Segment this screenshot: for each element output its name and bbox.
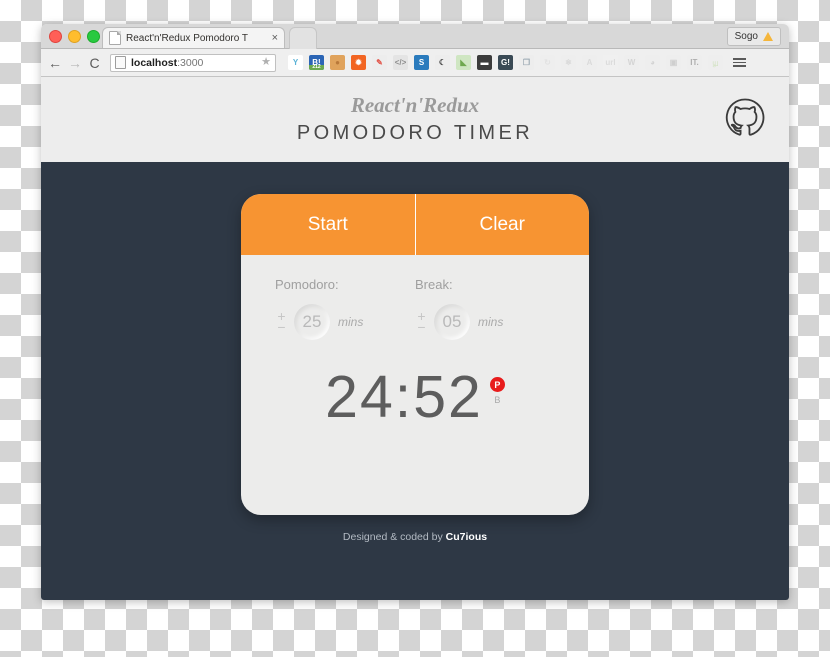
page-icon — [115, 56, 126, 69]
url-shortener-icon[interactable]: url — [603, 55, 618, 70]
forward-icon[interactable]: → — [68, 56, 82, 70]
hatena-bookmark-icon-badge: 212 — [309, 65, 324, 70]
url-port: :3000 — [177, 56, 204, 69]
browser-tab-strip: React'n'Redux Pomodoro T × Sogo — [41, 24, 789, 49]
browser-toolbar: ← → C localhost:3000 ★ Y B! 212 ● ✹ ✎ </> S ☾ ◣ ▬ G… — [41, 49, 789, 77]
octotree-icon[interactable]: ✹ — [351, 55, 366, 70]
map-pin-icon[interactable]: ◣ — [456, 55, 471, 70]
pomodoro-decrement-icon[interactable]: − — [277, 320, 285, 334]
cookie-extension-icon[interactable]: ● — [330, 55, 345, 70]
pocket-book-icon[interactable]: ❐ — [519, 55, 534, 70]
timer-clock-icon[interactable]: ◕ — [645, 55, 660, 70]
break-control: Break: + − 05 mins — [415, 277, 555, 340]
app-stage: Start Clear Pomodoro: + − 25 mins Break:… — [41, 162, 789, 600]
duration-controls: Pomodoro: + − 25 mins Break: + − 05 mins — [275, 277, 555, 340]
app-header: React'n'Redux POMODORO TIMER — [41, 77, 789, 162]
timer-card: Start Clear Pomodoro: + − 25 mins Break:… — [241, 194, 589, 515]
back-icon[interactable]: ← — [48, 56, 62, 70]
react-devtools-icon[interactable]: ⚛ — [561, 55, 576, 70]
pomodoro-value[interactable]: 25 — [294, 304, 330, 340]
page-title: POMODORO TIMER — [296, 122, 534, 145]
credit-author[interactable]: Cu7ious — [446, 531, 487, 543]
web-page: React'n'Redux POMODORO TIMER Start Clear… — [41, 77, 789, 600]
screenshot-camera-icon[interactable]: ▣ — [666, 55, 681, 70]
profile-button[interactable]: Sogo — [726, 27, 781, 46]
reload-icon[interactable]: C — [88, 56, 101, 70]
browser-window: React'n'Redux Pomodoro T × Sogo ← → C lo… — [41, 24, 789, 600]
break-stepper: + − 05 mins — [415, 304, 555, 340]
moon-reader-icon[interactable]: ☾ — [435, 55, 450, 70]
sourcegraph-icon[interactable]: S — [414, 55, 429, 70]
mode-flags: P B — [489, 377, 505, 405]
grammarly-icon[interactable]: G! — [498, 55, 513, 70]
page-icon — [109, 31, 121, 45]
refresh-icon[interactable]: ↻ — [540, 55, 555, 70]
hamburger-menu-icon[interactable] — [733, 58, 746, 67]
break-inactive-badge: B — [494, 395, 501, 405]
app-brand: React'n'Redux — [350, 92, 480, 117]
pomodoro-unit: mins — [338, 315, 364, 329]
close-window-button[interactable] — [49, 30, 62, 43]
pomodoro-stepper-buttons: + − — [275, 309, 288, 334]
close-icon[interactable]: × — [272, 32, 278, 44]
start-button[interactable]: Start — [241, 194, 415, 255]
evernote-icon[interactable]: ௶ — [708, 55, 723, 70]
timer-actions: Start Clear — [241, 194, 589, 255]
pomodoro-label: Pomodoro: — [275, 277, 339, 292]
timer-body: Pomodoro: + − 25 mins Break: + − 05 mins… — [241, 255, 589, 515]
pomodoro-active-badge: P — [489, 377, 505, 392]
address-bar[interactable]: localhost:3000 ★ — [110, 53, 276, 72]
credit-prefix: Designed & coded by — [342, 531, 446, 543]
github-octocat-icon[interactable] — [725, 97, 765, 142]
marker-pen-icon[interactable]: ✎ — [372, 55, 387, 70]
bookmark-star-icon[interactable]: ★ — [261, 57, 271, 68]
pomodoro-stepper: + − 25 mins — [275, 304, 415, 340]
hatena-bookmark-icon[interactable]: B! 212 — [309, 55, 324, 70]
wikipedia-icon[interactable]: W — [624, 55, 639, 70]
incognito-mask-icon[interactable]: ▬ — [477, 55, 492, 70]
profile-label: Sogo — [734, 31, 758, 42]
code-view-icon[interactable]: </> — [393, 55, 408, 70]
minimize-window-button[interactable] — [68, 30, 81, 43]
break-label: Break: — [415, 277, 453, 292]
extension-toolbar: Y B! 212 ● ✹ ✎ </> S ☾ ◣ ▬ G! ❐ ↻ ⚛ Aurl W ◕ ▣ IT. ௶ — [288, 55, 723, 70]
yandex-extension-icon[interactable]: Y — [288, 55, 303, 70]
countdown-display: 24:52 — [325, 364, 483, 430]
break-value[interactable]: 05 — [434, 304, 470, 340]
maximize-window-button[interactable] — [87, 30, 100, 43]
browser-tab[interactable]: React'n'Redux Pomodoro T × — [102, 27, 285, 48]
break-decrement-icon[interactable]: − — [417, 320, 425, 334]
browser-tab-title: React'n'Redux Pomodoro T — [126, 32, 249, 44]
clock-area: 24:52 P B — [275, 368, 555, 515]
url-host: localhost — [131, 56, 178, 69]
adblock-icon[interactable]: A — [582, 55, 597, 70]
window-traffic-lights — [49, 30, 100, 43]
break-stepper-buttons: + − — [415, 309, 428, 334]
new-tab-button[interactable] — [289, 27, 317, 49]
clear-button[interactable]: Clear — [414, 194, 590, 255]
url-text: localhost:3000 — [131, 57, 203, 69]
warning-triangle-icon — [763, 32, 773, 41]
footer-credit: Designed & coded by Cu7ious — [343, 515, 487, 543]
pomodoro-control: Pomodoro: + − 25 mins — [275, 277, 415, 340]
instapaper-icon[interactable]: IT. — [687, 55, 702, 70]
break-unit: mins — [478, 315, 504, 329]
